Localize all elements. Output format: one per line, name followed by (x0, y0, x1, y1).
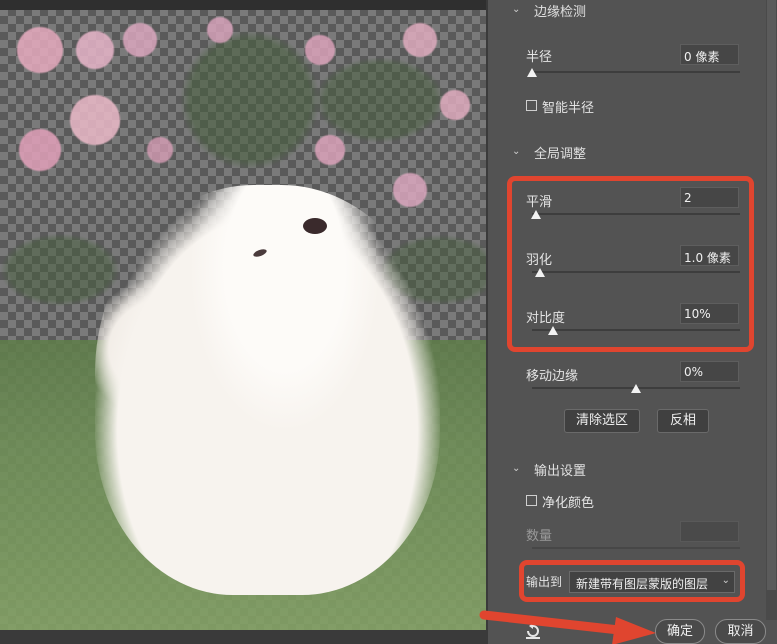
radius-slider-thumb[interactable] (527, 68, 537, 77)
amount-slider-track[interactable] (532, 547, 740, 549)
cancel-button[interactable]: 取消 (715, 619, 766, 644)
panel-scrollbar[interactable] (766, 0, 777, 620)
section-edge-detection[interactable]: ⌄ 边缘检测 (512, 0, 586, 20)
dog-nose (303, 218, 327, 234)
shift-edge-label: 移动边缘 (526, 369, 579, 384)
section-output-settings-title: 输出设置 (534, 463, 587, 479)
image-canvas[interactable] (0, 0, 488, 644)
amount-field[interactable] (680, 521, 739, 542)
annotation-arrow (479, 610, 656, 644)
chevron-down-icon: ⌄ (512, 146, 521, 157)
smart-radius-checkbox[interactable] (526, 100, 537, 111)
section-global-refinements[interactable]: ⌄ 全局调整 (512, 142, 586, 162)
shift-edge-slider-thumb[interactable] (631, 384, 641, 393)
canvas-bottom-strip (0, 630, 488, 644)
canvas-scrollbar[interactable] (486, 0, 488, 644)
shift-edge-field[interactable]: 0% (680, 361, 739, 382)
panel-scrollbar-thumb[interactable] (767, 0, 776, 590)
highlight-box-output (519, 560, 745, 602)
smart-radius-label: 智能半径 (542, 101, 595, 116)
radius-slider-track[interactable] (532, 71, 740, 73)
section-edge-detection-title: 边缘检测 (534, 4, 587, 20)
invert-button[interactable]: 反相 (657, 409, 709, 433)
radius-field[interactable]: 0 像素 (680, 44, 739, 65)
amount-label: 数量 (526, 529, 553, 544)
properties-panel: ⌄ 边缘检测 半径 0 像素 智能半径 ⌄ 全局调整 平滑 2 羽化 1.0 像… (500, 0, 777, 644)
canvas-top-strip (0, 0, 488, 10)
highlight-box-global (507, 176, 754, 352)
dog-subject (95, 185, 440, 595)
section-global-refinements-title: 全局调整 (534, 146, 587, 162)
chevron-down-icon: ⌄ (512, 4, 521, 15)
clear-selection-button[interactable]: 清除选区 (564, 409, 640, 433)
decontaminate-checkbox[interactable] (526, 495, 537, 506)
radius-label: 半径 (526, 50, 553, 65)
chevron-down-icon: ⌄ (512, 463, 521, 474)
decontaminate-label: 净化颜色 (542, 496, 595, 511)
section-output-settings[interactable]: ⌄ 输出设置 (512, 459, 586, 479)
